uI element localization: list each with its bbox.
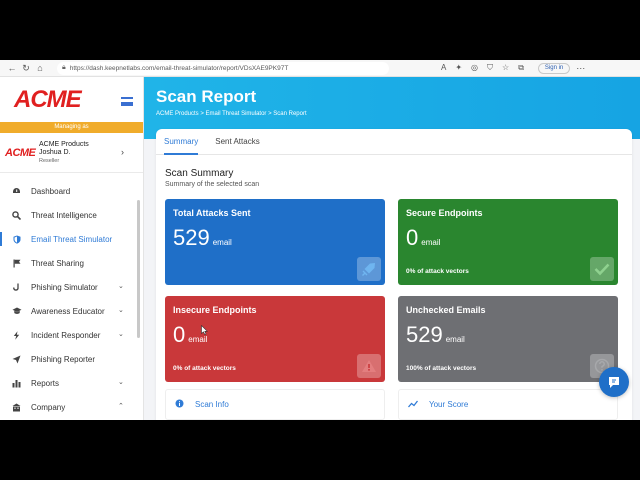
your-score-panel[interactable]: Your Score [398, 389, 618, 420]
chevron-down-icon: ⌄ [118, 331, 124, 338]
sidebar-menu: Dashboard Threat Intelligence Email Thre… [0, 173, 143, 419]
breadcrumb[interactable]: ACME Products > Email Threat Simulator >… [156, 111, 640, 117]
account-switcher[interactable]: ACME ACME Products Joshua D. Reseller › [0, 133, 143, 173]
url-text: https://dash.keepnetlabs.com/email-threa… [69, 64, 289, 72]
scan-info-panel[interactable]: Scan Info [165, 389, 385, 420]
sidebar-item-label: Email Threat Simulator [31, 234, 113, 244]
flag-icon [11, 258, 22, 269]
sidebar-item-awareness-educator[interactable]: Awareness Educator ⌄ [0, 299, 143, 323]
brand-logo[interactable]: ACME [14, 86, 82, 114]
hamburger-menu-icon[interactable] [121, 97, 133, 106]
total-attacks-tile[interactable]: Total Attacks Sent 529 email [165, 199, 385, 285]
tile-footer: 0% of attack vectors [406, 268, 469, 275]
chevron-down-icon: ⌄ [118, 307, 124, 314]
hook-icon [11, 282, 22, 293]
chevron-up-icon: ⌃ [118, 403, 124, 410]
sidebar-item-reports[interactable]: Reports ⌄ [0, 371, 143, 395]
tab-summary[interactable]: Summary [164, 129, 199, 155]
sidebar-item-email-threat-simulator[interactable]: Email Threat Simulator [0, 227, 143, 251]
home-icon[interactable]: ⌂ [33, 61, 47, 75]
dashboard-icon [11, 186, 22, 197]
managing-as-banner: Managing as [0, 122, 143, 133]
mouse-cursor-icon [201, 325, 208, 335]
favorite-icon[interactable]: ☆ [502, 63, 509, 73]
chat-help-button[interactable] [599, 367, 629, 397]
sidebar-item-label: Threat Sharing [31, 258, 84, 268]
lock-icon: 🔒︎ [62, 64, 66, 71]
account-details: ACME Products Joshua D. Reseller [39, 141, 89, 165]
scan-info-title: Scan Info [195, 400, 229, 409]
company-logo: ACME [5, 146, 36, 159]
tile-label: Total Attacks Sent [173, 208, 251, 218]
tile-label: Unchecked Emails [406, 305, 486, 315]
collections-icon[interactable]: ⧉ [518, 63, 524, 73]
user-name: Joshua D. [39, 148, 71, 156]
tile-footer: 100% of attack vectors [406, 365, 477, 372]
summary-title: Scan Summary [165, 168, 234, 179]
chat-icon [609, 377, 619, 388]
sign-in-button[interactable]: Sign in [537, 62, 571, 74]
read-aloud-icon[interactable]: A [441, 63, 446, 73]
graduation-cap-icon [11, 306, 22, 317]
insecure-endpoints-tile[interactable]: Insecure Endpoints 0 email 0% of attack v… [165, 296, 385, 382]
bar-chart-icon [11, 378, 22, 389]
sidebar-item-label: Incident Responder [31, 330, 101, 340]
sidebar-item-label: Reports [31, 378, 60, 388]
sidebar-item-label: Awareness Educator [31, 306, 105, 316]
bolt-icon [11, 330, 22, 341]
tile-label: Insecure Endpoints [173, 305, 257, 315]
sidebar-item-label: Phishing Simulator [31, 282, 98, 292]
back-icon[interactable]: ← [5, 61, 19, 75]
sidebar-item-dashboard[interactable]: Dashboard [0, 179, 143, 203]
your-score-title: Your Score [429, 400, 469, 409]
sidebar-item-incident-responder[interactable]: Incident Responder ⌄ [0, 323, 143, 347]
tile-value: 0 email [406, 225, 441, 250]
extension-icon[interactable]: ✦ [455, 63, 462, 73]
check-icon [590, 257, 614, 281]
reload-icon[interactable]: ↻ [19, 61, 33, 75]
search-icon [11, 210, 22, 221]
tile-value: 529 email [406, 322, 465, 347]
chevron-down-icon: ⌄ [118, 283, 124, 290]
sidebar-item-threat-intelligence[interactable]: Threat Intelligence [0, 203, 143, 227]
tile-label: Secure Endpoints [406, 208, 483, 218]
address-bar[interactable]: 🔒︎ https://dash.keepnetlabs.com/email-th… [57, 61, 389, 75]
browser-window: ← ↻ ⌂ 🔒︎ https://dash.keepnetlabs.com/em… [0, 60, 640, 420]
trend-line-icon [408, 400, 419, 410]
tile-value: 529 email [173, 225, 232, 250]
building-icon [11, 402, 22, 413]
page-title: Scan Report [156, 87, 257, 106]
user-role: Reseller [39, 157, 60, 164]
shield-icon [11, 234, 22, 245]
sidebar-item-company[interactable]: Company ⌃ [0, 395, 143, 419]
info-icon [175, 399, 184, 410]
unchecked-emails-tile[interactable]: Unchecked Emails 529 email 100% of attack… [398, 296, 618, 382]
sidebar: ACME Managing as ACME ACME Products Josh… [0, 77, 144, 420]
sidebar-item-label: Threat Intelligence [31, 210, 97, 220]
sidebar-item-phishing-simulator[interactable]: Phishing Simulator ⌄ [0, 275, 143, 299]
shield-icon[interactable]: ⛉ [487, 63, 493, 73]
tile-footer: 0% of attack vectors [173, 365, 236, 372]
summary-subtitle: Summary of the selected scan [165, 181, 260, 188]
browser-toolbar: ← ↻ ⌂ 🔒︎ https://dash.keepnetlabs.com/em… [0, 60, 640, 77]
paper-plane-icon [11, 354, 22, 365]
report-tabs: Summary Sent Attacks [156, 129, 632, 155]
sidebar-item-label: Company [31, 402, 66, 412]
sidebar-item-phishing-reporter[interactable]: Phishing Reporter [0, 347, 143, 371]
sidebar-item-label: Phishing Reporter [31, 354, 96, 364]
chevron-right-icon[interactable]: › [121, 147, 124, 157]
sword-icon [357, 257, 381, 281]
sidebar-scrollbar[interactable] [137, 200, 140, 338]
secure-endpoints-tile[interactable]: Secure Endpoints 0 email 0% of attack vec… [398, 199, 618, 285]
warning-icon [357, 354, 381, 378]
company-name: ACME Products [39, 140, 89, 148]
settings-icon[interactable]: ◎ [471, 63, 478, 73]
more-icon[interactable]: ⋯ [576, 63, 585, 74]
chevron-down-icon: ⌄ [118, 379, 124, 386]
browser-tools: A ✦ ◎ ⛉ ☆ ⧉ [441, 63, 524, 73]
sidebar-item-threat-sharing[interactable]: Threat Sharing [0, 251, 143, 275]
sidebar-item-label: Dashboard [31, 186, 71, 196]
tab-sent-attacks[interactable]: Sent Attacks [215, 129, 259, 154]
